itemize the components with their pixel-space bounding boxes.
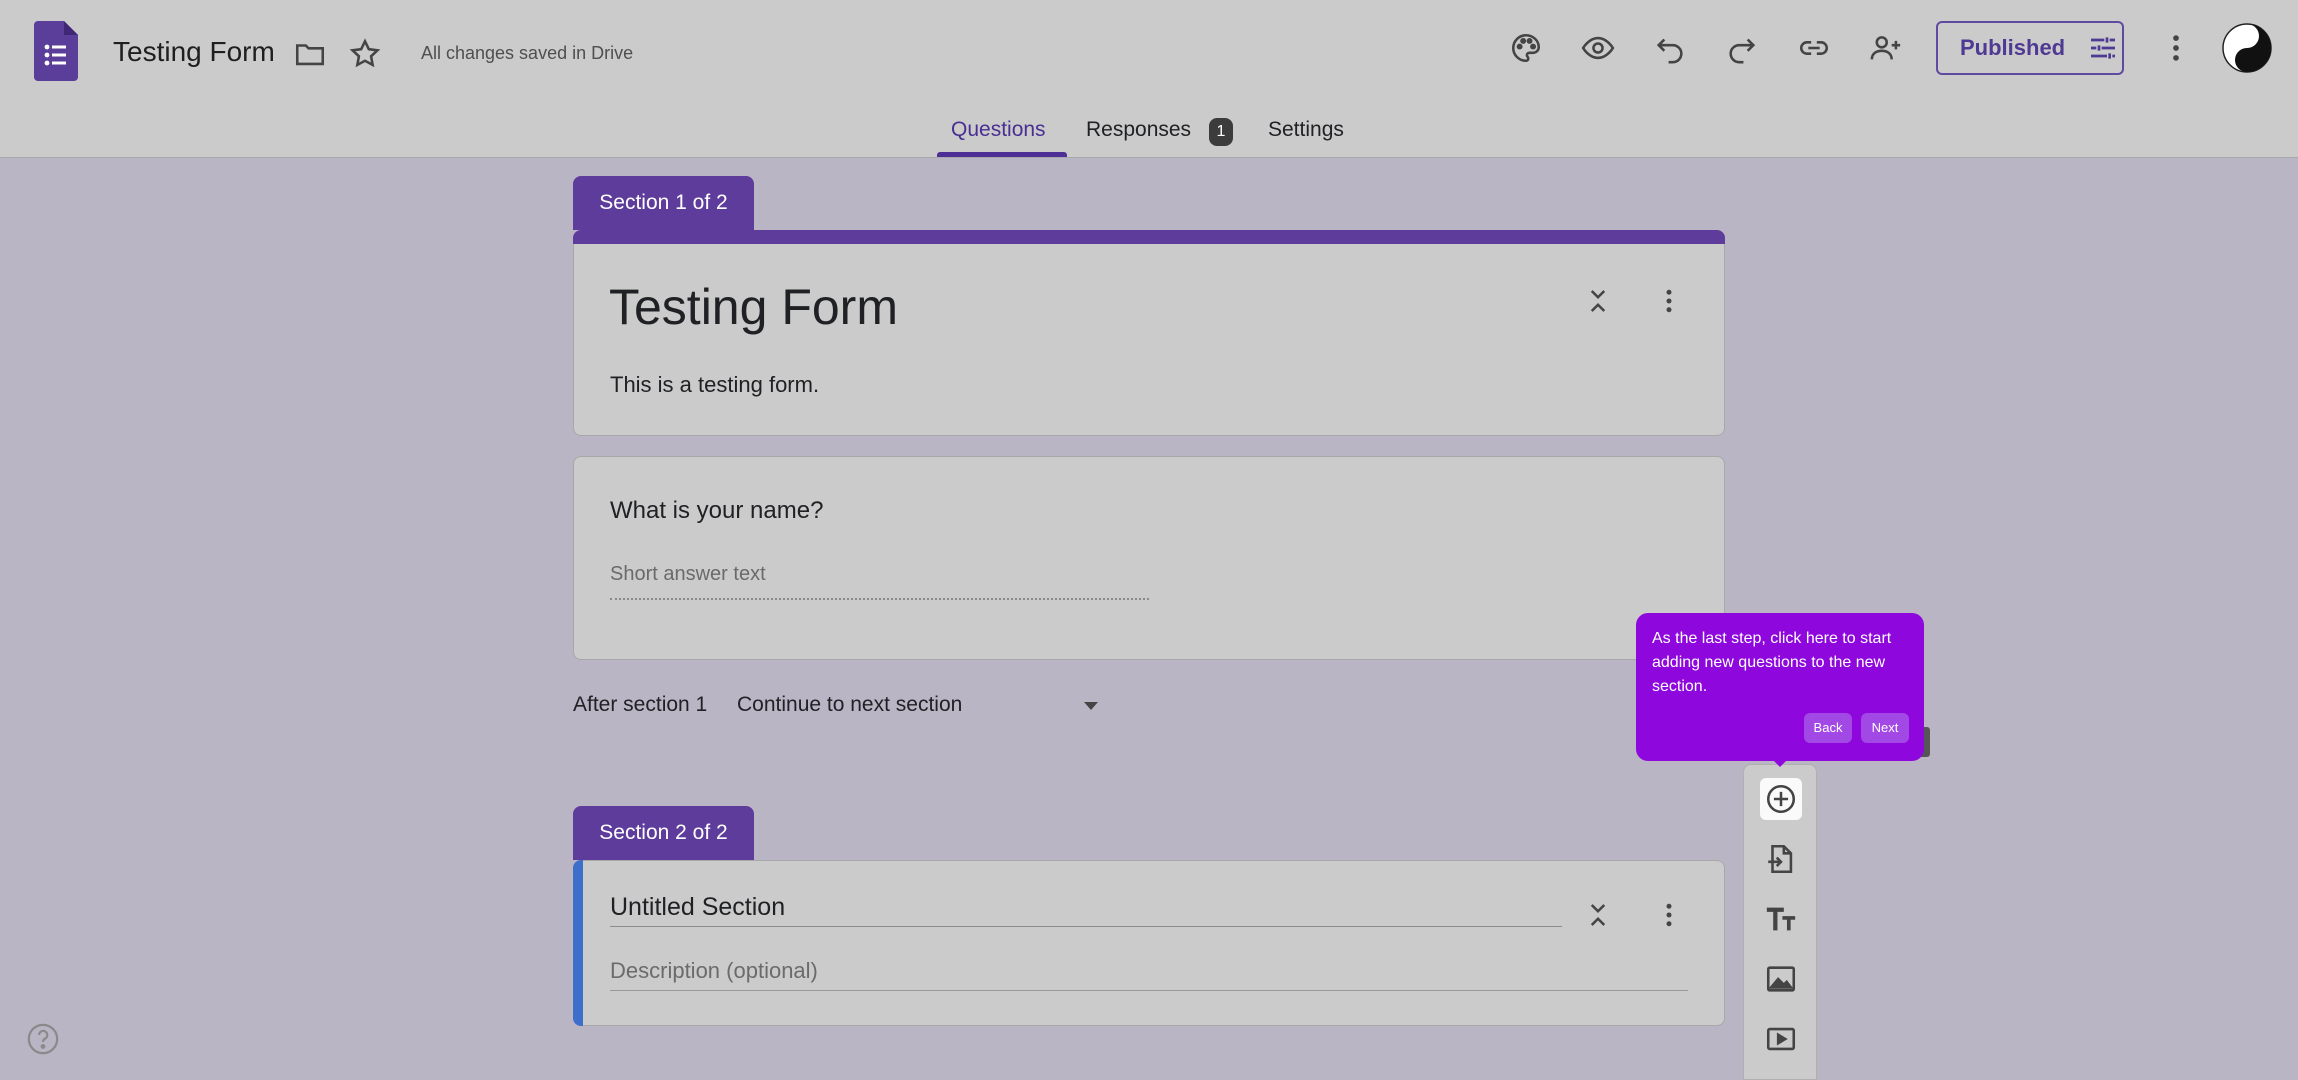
chevron-down-icon[interactable]	[1082, 700, 1100, 712]
section-2-title-underline	[610, 926, 1562, 927]
question-card[interactable]	[573, 456, 1725, 660]
avatar[interactable]	[2222, 23, 2272, 73]
palette-icon[interactable]	[1506, 28, 1546, 68]
tab-settings[interactable]: Settings	[1268, 118, 1344, 142]
preview-eye-icon[interactable]	[1578, 28, 1618, 68]
tab-questions[interactable]: Questions	[951, 118, 1046, 142]
card-accent-bar	[573, 230, 1725, 244]
form-description[interactable]: This is a testing form.	[610, 372, 819, 398]
form-title[interactable]: Testing Form	[609, 278, 898, 336]
star-icon[interactable]	[345, 34, 385, 74]
save-status: All changes saved in Drive	[421, 43, 634, 63]
responses-count-badge: 1	[1209, 118, 1233, 146]
onboarding-tooltip: As the last step, click here to start ad…	[1636, 613, 1924, 761]
section-2-accent-bar	[573, 860, 583, 1026]
redo-icon[interactable]	[1722, 28, 1762, 68]
help-icon[interactable]	[26, 1022, 60, 1056]
after-section-label: After section 1	[573, 693, 708, 716]
tune-icon	[2091, 37, 2116, 59]
forms-logo-icon[interactable]	[34, 21, 78, 81]
published-label: Published	[1960, 35, 2066, 60]
document-title[interactable]: Testing Form	[113, 36, 275, 68]
tooltip-text: As the last step, click here to start ad…	[1652, 630, 1892, 695]
add-image-icon[interactable]	[1760, 958, 1802, 1000]
tab-responses[interactable]: Responses	[1086, 118, 1191, 142]
after-section-select[interactable]: Continue to next section	[737, 693, 962, 717]
active-tab-indicator	[937, 152, 1067, 157]
tooltip-back-button[interactable]: Back	[1804, 713, 1852, 743]
add-collaborator-icon[interactable]	[1866, 28, 1906, 68]
section-2-title[interactable]: Untitled Section	[610, 893, 785, 922]
link-icon[interactable]	[1794, 28, 1834, 68]
section-2-description[interactable]: Description (optional)	[610, 958, 818, 984]
tooltip-next-button[interactable]: Next	[1861, 713, 1909, 743]
section-2-card[interactable]	[573, 860, 1725, 1026]
short-answer-placeholder: Short answer text	[610, 563, 766, 585]
import-questions-icon[interactable]	[1760, 838, 1802, 880]
more-vert-icon[interactable]	[2156, 28, 2196, 68]
collapse-section-icon[interactable]	[1580, 283, 1616, 319]
tooltip-arrow	[1770, 757, 1790, 767]
add-video-icon[interactable]	[1760, 1018, 1802, 1060]
section-1-label: Section 1 of 2	[573, 176, 754, 230]
section-2-description-underline	[610, 990, 1688, 991]
collapse-section-2-icon[interactable]	[1580, 897, 1616, 933]
published-button[interactable]: Published	[1936, 21, 2124, 75]
folder-icon[interactable]	[290, 34, 330, 74]
section-2-more-icon[interactable]	[1651, 897, 1687, 933]
add-question-icon[interactable]	[1760, 778, 1802, 820]
add-title-icon[interactable]	[1760, 898, 1802, 940]
question-toolbar	[1743, 764, 1817, 1080]
section-more-icon[interactable]	[1651, 283, 1687, 319]
tab-bar: Questions Responses Settings	[0, 110, 2298, 158]
section-2-label: Section 2 of 2	[573, 806, 754, 860]
short-answer-line	[610, 598, 1149, 600]
undo-icon[interactable]	[1650, 28, 1690, 68]
app-header: Testing Form All changes saved in Drive …	[0, 0, 2298, 158]
question-title[interactable]: What is your name?	[610, 497, 823, 525]
